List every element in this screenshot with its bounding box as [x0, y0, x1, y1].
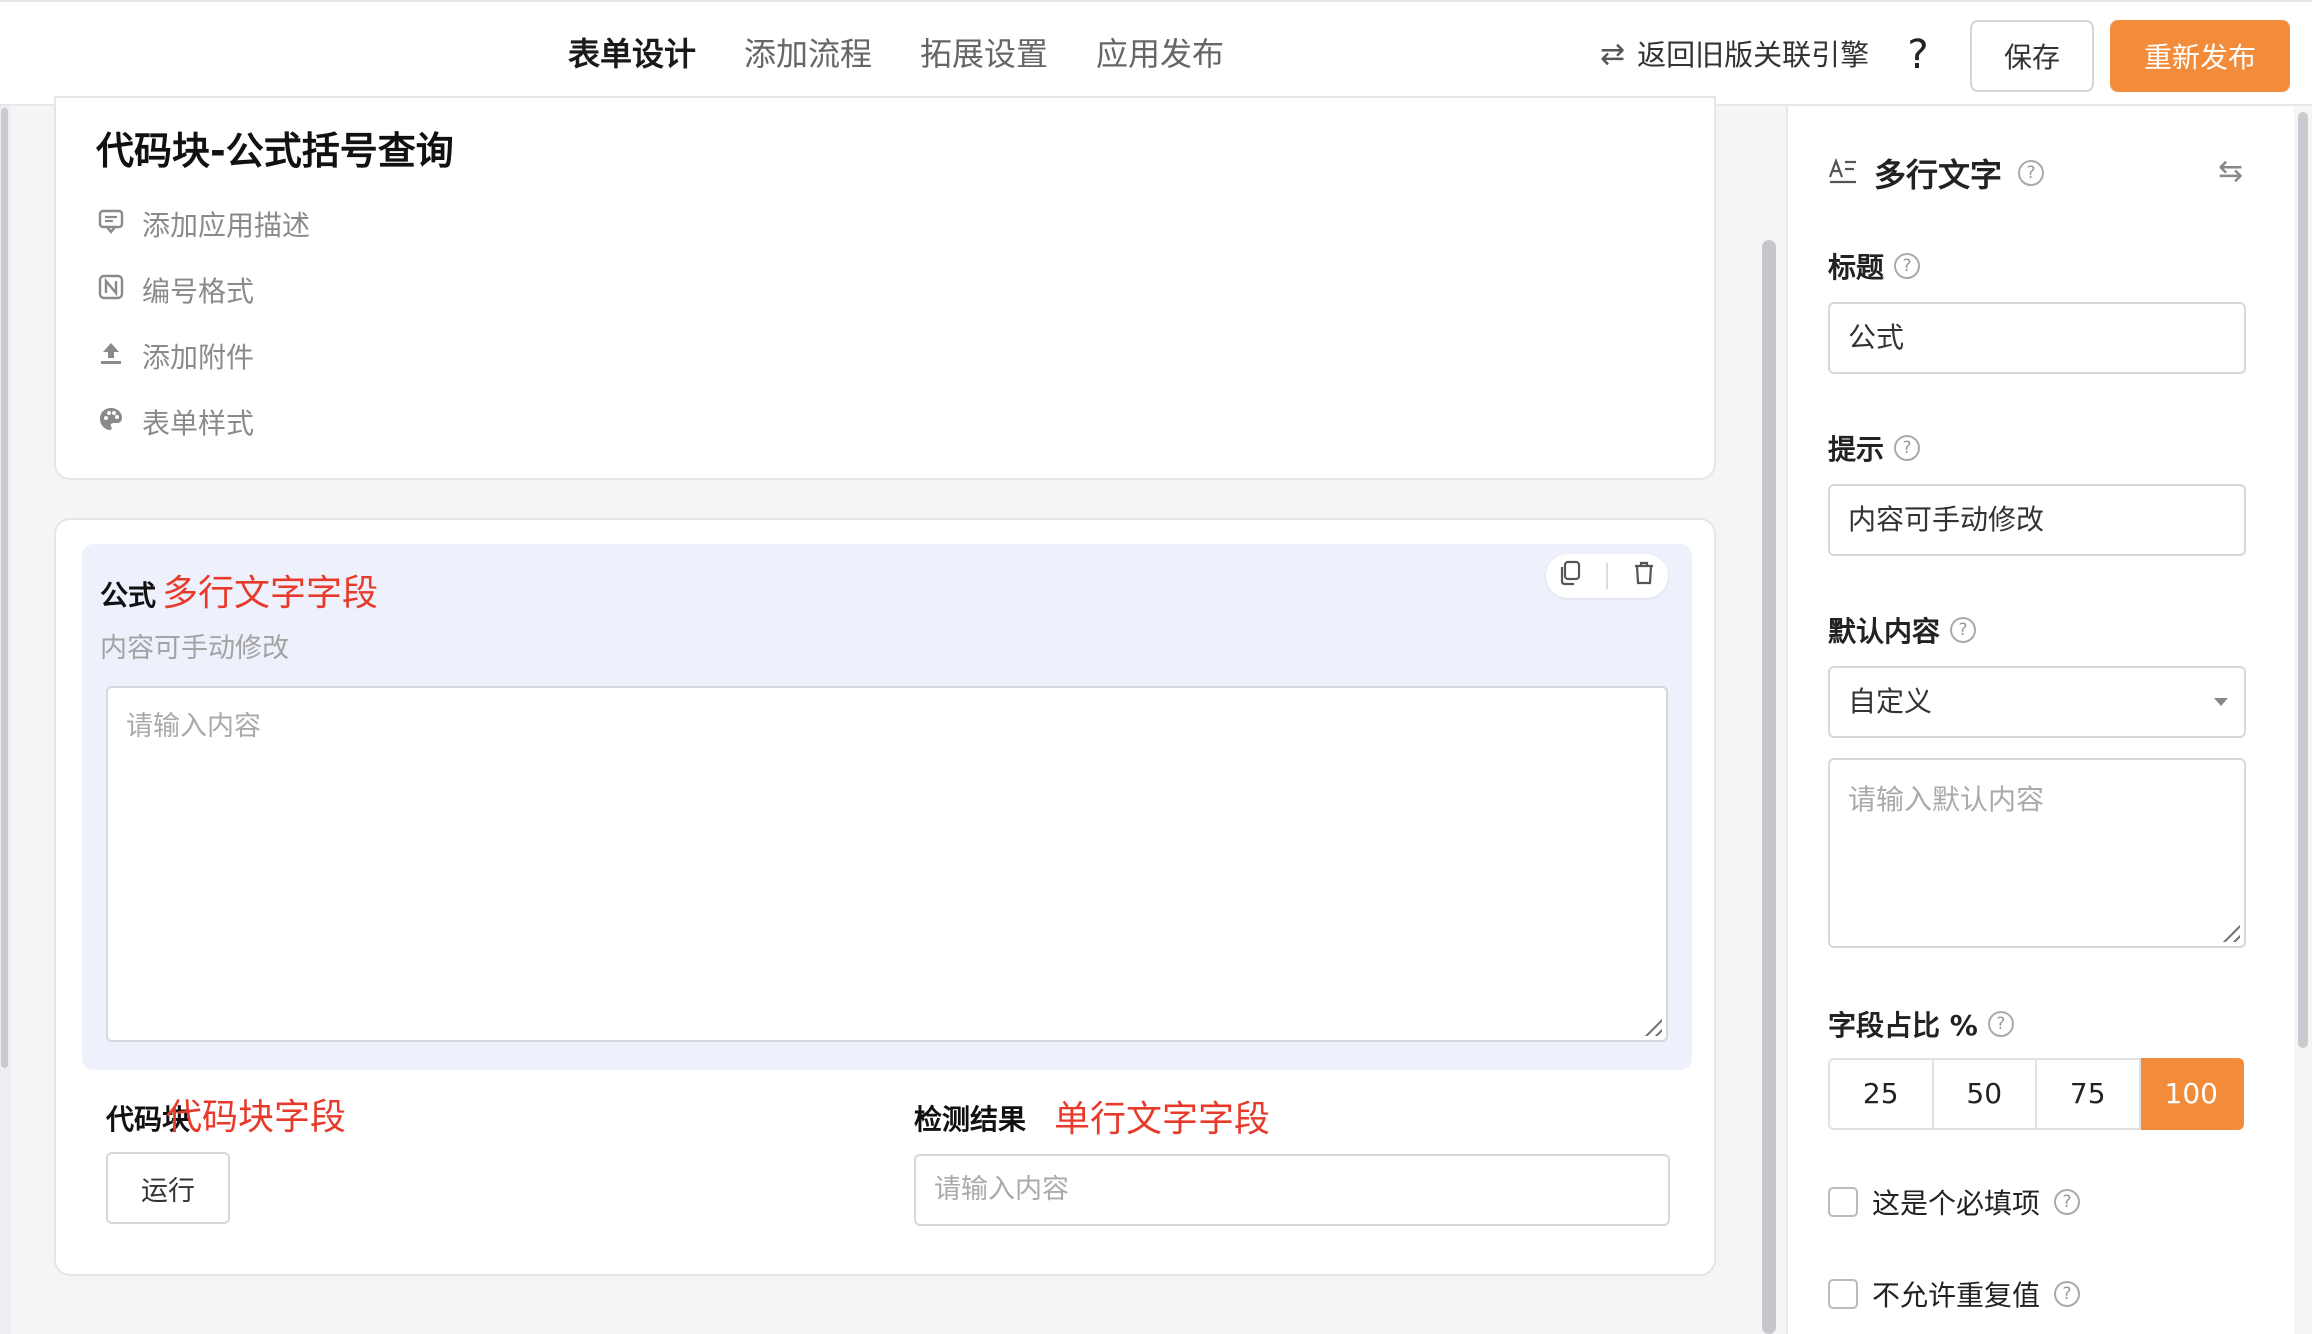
- required-checkbox[interactable]: [1828, 1187, 1858, 1217]
- comment-icon: [98, 208, 124, 240]
- copy-icon[interactable]: [1558, 560, 1582, 593]
- unique-checkbox[interactable]: [1828, 1279, 1858, 1309]
- hint-setting-label: 提示 ?: [1828, 428, 1921, 468]
- width-setting-label: 字段占比 % ?: [1828, 1004, 2014, 1044]
- add-description-item[interactable]: 添加应用描述: [98, 204, 310, 244]
- form-card: 公式 多行文字字段 内容可手动修改 请输入内容 代码块 代码块字段 运行 检测结…: [54, 518, 1716, 1276]
- help-circle-icon[interactable]: ?: [1950, 617, 1977, 643]
- required-checkbox-row[interactable]: 这是个必填项 ?: [1828, 1182, 2081, 1222]
- chevron-down-icon: [2214, 698, 2228, 706]
- hint-setting-text: 提示: [1828, 433, 1885, 466]
- form-style-item[interactable]: 表单样式: [98, 402, 254, 442]
- panel-scrollbar[interactable]: [2294, 106, 2312, 1334]
- toolbar-divider: [1606, 563, 1608, 589]
- save-button[interactable]: 保存: [1970, 20, 2094, 92]
- formula-textarea[interactable]: 请输入内容: [106, 686, 1668, 1042]
- legacy-engine-label: 返回旧版关联引擎: [1637, 38, 1870, 72]
- top-bar: 表单设计 添加流程 拓展设置 应用发布 ⇄ 返回旧版关联引擎 ? 保存 重新发布: [0, 0, 2312, 106]
- field-type-title: 多行文字: [1874, 156, 2003, 194]
- form-style-label: 表单样式: [142, 407, 255, 440]
- hint-input[interactable]: 内容可手动修改: [1828, 484, 2246, 556]
- field-properties-panel: 多行文字 ? ⇆ 标题 ? 公式 提示 ? 内容可手动修改 默认内容 ? 自定义…: [1786, 106, 2294, 1334]
- republish-button[interactable]: 重新发布: [2110, 20, 2290, 92]
- width-option-100[interactable]: 100: [2140, 1058, 2244, 1130]
- tab-add-flow[interactable]: 添加流程: [744, 2, 872, 106]
- tab-extension-settings[interactable]: 拓展设置: [920, 2, 1048, 106]
- add-attachment-label: 添加附件: [142, 341, 255, 374]
- title-input[interactable]: 公式: [1828, 302, 2246, 374]
- formula-hint: 内容可手动修改: [100, 633, 289, 664]
- title-setting-label: 标题 ?: [1828, 246, 1921, 286]
- code-block-annotation: 代码块字段: [166, 1097, 347, 1138]
- default-content-placeholder: 请输入默认内容: [1848, 783, 2045, 816]
- formula-placeholder: 请输入内容: [126, 711, 261, 742]
- number-format-icon: [98, 274, 124, 306]
- legacy-engine-link[interactable]: ⇄ 返回旧版关联引擎: [1600, 32, 1869, 78]
- panel-scrollbar-thumb[interactable]: [2298, 112, 2308, 1048]
- canvas-scrollbar-thumb[interactable]: [1762, 240, 1776, 1334]
- tab-form-design[interactable]: 表单设计: [568, 2, 696, 106]
- app-title[interactable]: 代码块-公式括号查询: [96, 120, 454, 175]
- help-button[interactable]: ?: [1898, 28, 1938, 82]
- default-mode-select[interactable]: 自定义: [1828, 666, 2246, 738]
- number-format-label: 编号格式: [142, 275, 255, 308]
- run-button[interactable]: 运行: [106, 1152, 230, 1224]
- design-tabs: 表单设计 添加流程 拓展设置 应用发布: [568, 2, 1272, 106]
- add-description-label: 添加应用描述: [142, 209, 311, 242]
- unique-checkbox-row[interactable]: 不允许重复值 ?: [1828, 1274, 2081, 1314]
- resize-handle-icon[interactable]: [2218, 920, 2240, 942]
- required-label: 这是个必填项: [1872, 1187, 2041, 1220]
- help-circle-icon[interactable]: ?: [2054, 1189, 2081, 1215]
- formula-field-block[interactable]: 公式 多行文字字段 内容可手动修改 请输入内容: [82, 544, 1692, 1070]
- result-label: 检测结果: [914, 1103, 1027, 1136]
- help-circle-icon[interactable]: ?: [1987, 1011, 2014, 1037]
- app-header-card: 代码块-公式括号查询 添加应用描述 编号格式 添加附件 表单样式: [54, 96, 1716, 480]
- multiline-text-icon: [1828, 155, 1858, 192]
- panel-header: 多行文字 ?: [1828, 150, 2045, 196]
- add-attachment-item[interactable]: 添加附件: [98, 336, 254, 376]
- upload-icon: [98, 340, 124, 372]
- default-setting-text: 默认内容: [1828, 615, 1941, 648]
- number-format-item[interactable]: 编号格式: [98, 270, 254, 310]
- field-toolbar: [1546, 554, 1668, 598]
- swap-arrows-icon: ⇄: [1600, 37, 1626, 72]
- result-input[interactable]: 请输入内容: [914, 1154, 1670, 1226]
- switch-field-type-icon[interactable]: ⇆: [2218, 154, 2243, 189]
- default-setting-label: 默认内容 ?: [1828, 610, 1977, 650]
- resize-handle-icon[interactable]: [1640, 1014, 1662, 1036]
- help-circle-icon[interactable]: ?: [1894, 253, 1921, 279]
- width-option-25[interactable]: 25: [1828, 1058, 1934, 1130]
- tab-app-publish[interactable]: 应用发布: [1096, 2, 1224, 106]
- formula-label: 公式: [100, 579, 157, 612]
- width-option-50[interactable]: 50: [1933, 1058, 2037, 1130]
- unique-label: 不允许重复值: [1872, 1279, 2041, 1312]
- left-scrollbar-thumb[interactable]: [1, 108, 8, 1068]
- formula-annotation: 多行文字字段: [162, 573, 379, 614]
- result-annotation: 单行文字字段: [1054, 1099, 1271, 1140]
- default-mode-value: 自定义: [1848, 685, 1933, 718]
- title-setting-text: 标题: [1828, 251, 1885, 284]
- width-setting-text: 字段占比 %: [1828, 1009, 1978, 1042]
- palette-icon: [98, 406, 124, 438]
- left-scrollbar[interactable]: [0, 106, 10, 1334]
- help-circle-icon[interactable]: ?: [2018, 160, 2045, 186]
- help-circle-icon[interactable]: ?: [2054, 1281, 2081, 1307]
- default-content-textarea[interactable]: 请输入默认内容: [1828, 758, 2246, 948]
- help-circle-icon[interactable]: ?: [1894, 435, 1921, 461]
- width-segmented-control: 25 50 75 100: [1828, 1058, 2244, 1130]
- delete-icon[interactable]: [1632, 560, 1656, 593]
- width-option-75[interactable]: 75: [2037, 1058, 2141, 1130]
